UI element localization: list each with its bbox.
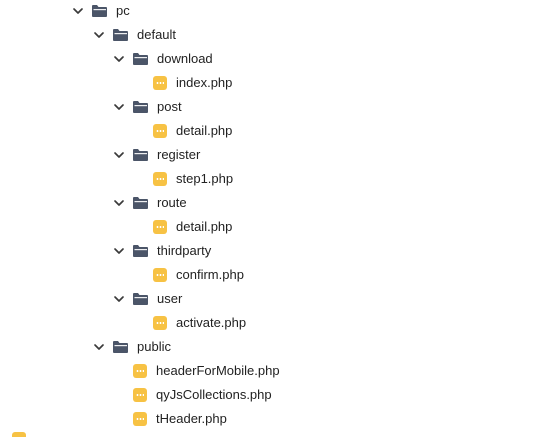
chevron-down-icon[interactable] <box>113 245 125 257</box>
php-file-icon <box>133 388 147 402</box>
tree-folder-route[interactable]: route <box>0 192 553 216</box>
php-file-icon <box>153 124 167 138</box>
tree-file-confirm-php[interactable]: confirm.php <box>0 264 553 288</box>
tree-folder-post[interactable]: post <box>0 96 553 120</box>
tree-label: default <box>137 27 177 42</box>
tree-file-route-detail-php[interactable]: detail.php <box>0 216 553 240</box>
chevron-down-icon[interactable] <box>113 293 125 305</box>
tree-label: tHeader.php <box>156 411 227 426</box>
tree-folder-download[interactable]: download <box>0 48 553 72</box>
tree-folder-user[interactable]: user <box>0 288 553 312</box>
tree-file-theader-php[interactable]: tHeader.php <box>0 408 553 432</box>
tree-file-post-detail-php[interactable]: detail.php <box>0 120 553 144</box>
tree-folder-default[interactable]: default <box>0 24 553 48</box>
tree-label: activate.php <box>176 315 247 330</box>
folder-open-icon <box>133 101 148 113</box>
chevron-down-icon[interactable] <box>113 101 125 113</box>
tree-label: thirdparty <box>157 243 212 258</box>
tree-label: confirm.php <box>176 267 244 282</box>
tree-folder-register[interactable]: register <box>0 144 553 168</box>
file-tree: pc default download index.php post detai… <box>0 0 553 437</box>
tree-label: post <box>157 99 182 114</box>
php-file-icon <box>153 316 167 330</box>
folder-open-icon <box>133 197 148 209</box>
php-file-icon <box>153 172 167 186</box>
chevron-down-icon[interactable] <box>93 341 105 353</box>
folder-open-icon <box>133 293 148 305</box>
tree-file-activate-php[interactable]: activate.php <box>0 312 553 336</box>
chevron-down-icon[interactable] <box>113 53 125 65</box>
folder-open-icon <box>133 245 148 257</box>
tree-file-index-php[interactable]: index.php <box>0 72 553 96</box>
tree-file-step1-php[interactable]: step1.php <box>0 168 553 192</box>
tree-label: pc <box>116 3 130 18</box>
tree-label: index.php <box>176 75 233 90</box>
tree-label: detail.php <box>176 123 233 138</box>
folder-open-icon <box>92 5 107 17</box>
folder-open-icon <box>133 53 148 65</box>
tree-label: public <box>137 339 171 354</box>
tree-label: headerForMobile.php <box>156 363 280 378</box>
php-file-icon <box>153 76 167 90</box>
chevron-down-icon[interactable] <box>113 149 125 161</box>
php-file-icon <box>133 364 147 378</box>
chevron-down-icon[interactable] <box>72 5 84 17</box>
tree-file-qyjscollections-php[interactable]: qyJsCollections.php <box>0 384 553 408</box>
tree-file-headerformobile-php[interactable]: headerForMobile.php <box>0 360 553 384</box>
chevron-down-icon[interactable] <box>93 29 105 41</box>
php-file-icon <box>133 412 147 426</box>
tree-label: detail.php <box>176 219 233 234</box>
tree-folder-public[interactable]: public <box>0 336 553 360</box>
tree-label: register <box>157 147 201 162</box>
tree-label: user <box>157 291 183 306</box>
tree-label: route <box>157 195 187 210</box>
tree-folder-thirdparty[interactable]: thirdparty <box>0 240 553 264</box>
tree-label: step1.php <box>176 171 234 186</box>
tree-folder-pc[interactable]: pc <box>0 0 553 24</box>
php-file-icon <box>153 268 167 282</box>
folder-open-icon <box>113 29 128 41</box>
php-file-icon <box>12 432 26 437</box>
tree-label: qyJsCollections.php <box>156 387 272 402</box>
folder-open-icon <box>133 149 148 161</box>
tree-label: download <box>157 51 213 66</box>
chevron-down-icon[interactable] <box>113 197 125 209</box>
folder-open-icon <box>113 341 128 353</box>
php-file-icon <box>153 220 167 234</box>
